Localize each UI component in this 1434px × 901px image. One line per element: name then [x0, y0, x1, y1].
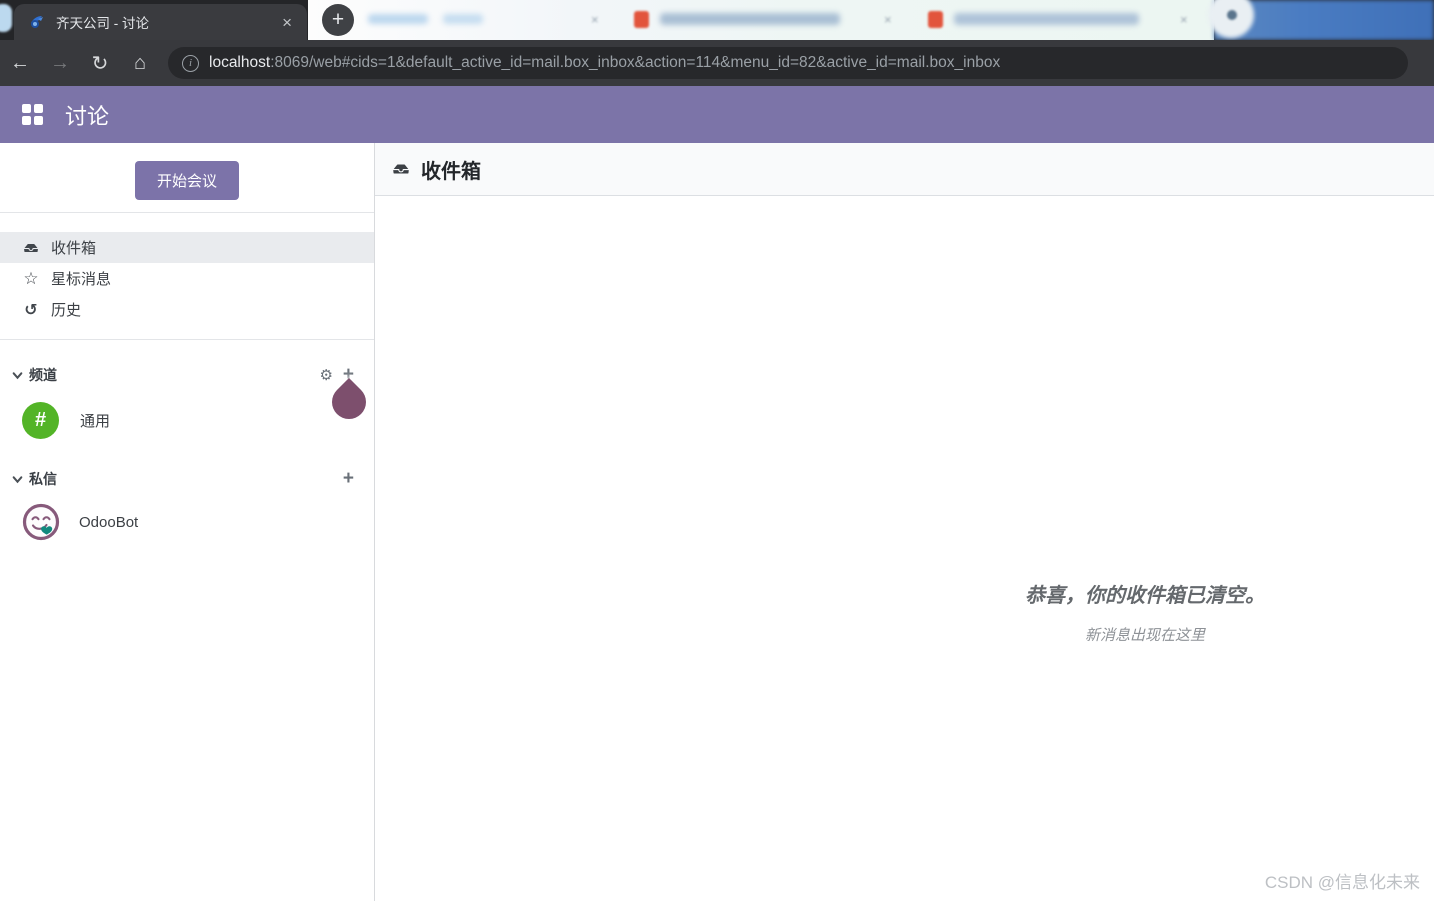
url-host: localhost — [209, 54, 271, 71]
sidebar-item-history[interactable]: ↺ 历史 — [0, 294, 374, 325]
url-path: :8069/web#cids=1&default_active_id=mail.… — [270, 54, 1001, 71]
page-info-icon[interactable]: i — [182, 54, 199, 72]
channel-hash-icon: # — [22, 401, 59, 439]
blurred-tab-text[interactable] — [954, 13, 1139, 25]
site-favicon — [31, 16, 43, 28]
tab-title: 齐天公司 - 讨论 — [56, 16, 149, 31]
dm-label: OdooBot — [79, 513, 139, 531]
empty-inbox-message: 恭喜，你的收件箱已清空。 新消息出现在这里 — [895, 579, 1395, 645]
blurred-tab-close-icon[interactable]: × — [1180, 12, 1188, 27]
new-tab-button[interactable]: + — [322, 4, 354, 36]
mailbox-list: 收件箱 ☆ 星标消息 ↺ 历史 — [0, 213, 374, 340]
dm-item-odoobot[interactable]: OdooBot — [0, 497, 374, 547]
browser-toolbar: ← → ↻ ⌂ i localhost:8069/web#cids=1&defa… — [0, 40, 1434, 86]
odoobot-avatar — [22, 503, 60, 541]
blurred-tab-close-icon[interactable]: × — [591, 12, 599, 27]
blurred-tab-text[interactable] — [660, 13, 840, 25]
empty-inbox-title: 恭喜，你的收件箱已清空。 — [1025, 585, 1265, 607]
discuss-main: 收件箱 恭喜，你的收件箱已清空。 新消息出现在这里 CSDN @信息化未来 — [375, 143, 1434, 901]
chevron-down-icon — [12, 370, 23, 381]
discuss-sidebar: 开始会议 收件箱 ☆ 星标消息 ↺ 历史 频道 ⚙ + # 通用 私信 + Od… — [0, 143, 375, 901]
browser-tab-strip: 齐天公司 - 讨论 × + × × × — [0, 0, 1434, 40]
back-icon[interactable]: ← — [0, 52, 40, 75]
address-bar[interactable]: i localhost:8069/web#cids=1&default_acti… — [168, 47, 1408, 79]
tab-close-icon[interactable]: × — [277, 12, 297, 33]
inbox-icon — [22, 240, 40, 256]
home-icon[interactable]: ⌂ — [120, 52, 160, 75]
channel-item-general[interactable]: # 通用 — [0, 396, 374, 444]
forward-icon[interactable]: → — [40, 52, 80, 75]
browser-tab-active[interactable]: 齐天公司 - 讨论 × — [14, 4, 307, 40]
channels-section-label: 频道 — [29, 367, 57, 383]
blurred-tabs-region: + × × × — [308, 0, 1214, 40]
chevron-down-icon — [12, 474, 23, 485]
sidebar-item-inbox[interactable]: 收件箱 — [0, 232, 374, 263]
app-title: 讨论 — [65, 103, 110, 129]
sidebar-item-label: 历史 — [51, 302, 82, 319]
blurred-tab-favicon — [634, 11, 649, 28]
blurred-tab-favicon — [928, 11, 943, 28]
sidebar-item-starred[interactable]: ☆ 星标消息 — [0, 263, 374, 294]
star-icon: ☆ — [23, 268, 39, 288]
channels-section-header[interactable]: 频道 ⚙ + — [0, 363, 374, 387]
history-icon: ↺ — [24, 301, 38, 319]
sidebar-item-label: 收件箱 — [51, 240, 97, 257]
channel-label: 通用 — [80, 412, 111, 430]
channel-settings-gear-icon[interactable]: ⚙ — [319, 366, 332, 384]
tab-edge-fragment — [0, 4, 12, 32]
start-meeting-row: 开始会议 — [0, 143, 374, 213]
blurred-tab-close-icon[interactable]: × — [884, 12, 892, 27]
inbox-icon — [392, 160, 410, 178]
thread-header: 收件箱 — [375, 143, 1434, 196]
add-dm-icon[interactable]: + — [343, 468, 354, 490]
csdn-watermark: CSDN @信息化未来 — [1264, 873, 1420, 892]
reload-icon[interactable]: ↻ — [80, 51, 120, 76]
app-header: 讨论 — [0, 86, 1434, 143]
start-meeting-button[interactable]: 开始会议 — [134, 161, 239, 200]
blurred-tab-text[interactable] — [443, 14, 483, 24]
dm-section-label: 私信 — [29, 471, 57, 487]
url-text: localhost:8069/web#cids=1&default_active… — [209, 54, 1000, 72]
blurred-tab-text[interactable] — [368, 14, 428, 24]
profile-dot-blur — [1227, 10, 1237, 20]
empty-inbox-subtitle: 新消息出现在这里 — [1084, 627, 1205, 644]
sidebar-item-label: 星标消息 — [51, 271, 112, 288]
apps-menu-icon[interactable] — [22, 104, 43, 125]
dm-section-header[interactable]: 私信 + — [0, 467, 374, 491]
thread-title: 收件箱 — [421, 160, 481, 183]
